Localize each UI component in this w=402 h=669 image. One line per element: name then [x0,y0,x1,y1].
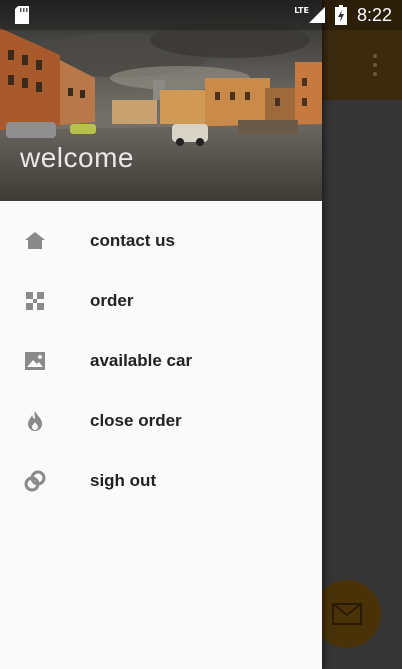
link-icon [23,469,47,493]
menu-item-available-car[interactable]: available car [0,331,322,391]
navigation-drawer: welcome contact us order available car c… [0,0,322,669]
clock: 8:22 [356,4,392,25]
drawer-header: welcome [0,0,322,201]
menu-item-order[interactable]: order [0,271,322,331]
menu-item-sign-out[interactable]: sigh out [0,451,322,511]
menu-item-label: available car [90,351,193,370]
menu-item-close-order[interactable]: close order [0,391,322,451]
battery-icon [334,5,347,25]
puzzle-icon [23,289,47,313]
status-bar: LTE 8:22 [0,0,402,30]
mail-icon [332,603,362,625]
sd-card-icon [15,6,29,24]
photo-icon [23,349,47,373]
menu-item-label: close order [90,411,182,430]
menu-item-label: contact us [90,231,176,250]
menu-item-label: sigh out [90,471,157,490]
compose-fab[interactable] [313,580,381,648]
more-vert-icon[interactable] [372,54,378,76]
menu-item-label: order [90,291,134,310]
home-icon [23,229,47,253]
drawer-menu: contact us order available car close ord… [0,211,322,511]
signal-icon [308,7,325,23]
network-type: LTE [294,5,309,15]
flame-icon [23,409,47,433]
menu-item-contact-us[interactable]: contact us [0,211,322,271]
welcome-title: welcome [20,142,134,173]
